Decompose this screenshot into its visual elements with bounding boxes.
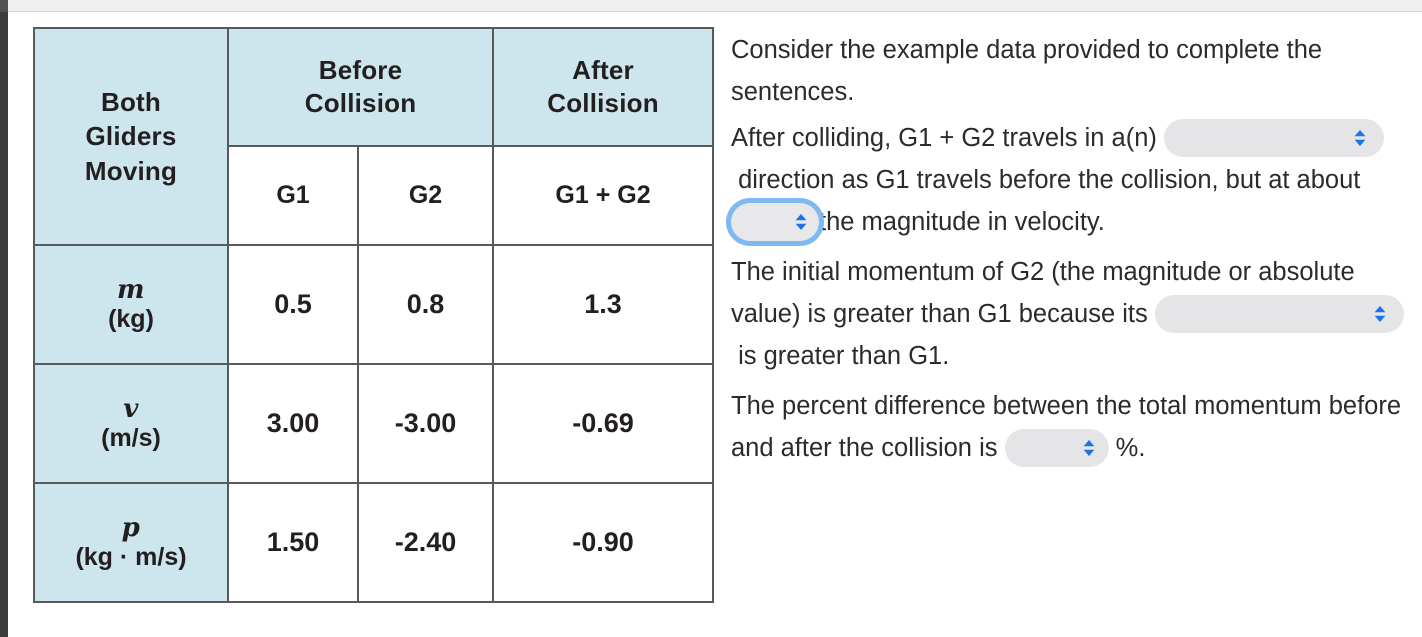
sentence-one-part-3: the magnitude in velocity. — [819, 208, 1105, 236]
corner-line-2: Gliders — [85, 121, 177, 152]
percent-select[interactable] — [1004, 429, 1109, 468]
table-row-velocity: v (m/s) 3.00 -3.00 -0.69 — [33, 363, 715, 484]
cell-mass-sum: 1.3 — [492, 244, 715, 365]
cell-mass-g1: 0.5 — [227, 244, 359, 365]
chevron-updown-icon — [1352, 127, 1368, 149]
table-row-momentum: p (kg · m/s) 1.50 -2.40 -0.90 — [33, 482, 715, 603]
chevron-updown-icon — [793, 211, 809, 233]
header-before-collision: Before Collision — [226, 27, 495, 147]
table-header-row-groups: Both Gliders Moving Before Collision Aft… — [33, 27, 715, 246]
cell-momentum-g2: -2.40 — [356, 482, 495, 603]
left-rail — [0, 0, 8, 637]
question-panel: Consider the example data provided to co… — [731, 29, 1411, 473]
before-line-1: Before — [318, 54, 403, 85]
row-unit-momentum: (kg · m/s) — [75, 542, 187, 571]
left-rail-top — [0, 0, 8, 12]
cell-mass-g2: 0.8 — [356, 244, 495, 365]
row-symbol-momentum: p — [121, 512, 141, 543]
after-line-1: After — [572, 54, 634, 85]
row-unit-mass: (kg) — [108, 304, 154, 333]
sentence-three-part-2: %. — [1115, 434, 1146, 462]
chevron-updown-icon — [1372, 303, 1388, 325]
header-after-collision: After Collision — [492, 27, 715, 147]
direction-select[interactable] — [1164, 119, 1384, 158]
row-label-velocity: v (m/s) — [33, 363, 229, 484]
sentence-two-part-2: is greater than G1. — [738, 342, 950, 370]
before-line-2: Collision — [304, 88, 417, 118]
row-label-momentum: p (kg · m/s) — [33, 482, 229, 603]
cell-momentum-sum: -0.90 — [492, 482, 715, 603]
subheader-g1-plus-g2: G1 + G2 — [492, 145, 715, 246]
browser-top-bar — [0, 0, 1422, 12]
corner-line-3: Moving — [84, 155, 178, 186]
magnitude-select[interactable] — [731, 203, 819, 242]
table-row-mass: m (kg) 0.5 0.8 1.3 — [33, 244, 715, 365]
sentence-two: The initial momentum of G2 (the magnitud… — [731, 251, 1411, 377]
cell-velocity-sum: -0.69 — [492, 363, 715, 484]
table-corner-header: Both Gliders Moving — [33, 27, 229, 246]
row-symbol-velocity: v — [123, 393, 139, 424]
after-line-2: Collision — [547, 88, 659, 118]
subheader-g1: G1 — [227, 145, 359, 246]
cell-velocity-g1: 3.00 — [227, 363, 359, 484]
cell-momentum-g1: 1.50 — [227, 482, 359, 603]
sentence-one-part-1: After colliding, G1 + G2 travels in a(n) — [731, 124, 1157, 152]
instruction-text: Consider the example data provided to co… — [731, 36, 1323, 106]
quantity-select[interactable] — [1154, 295, 1404, 334]
row-label-mass: m (kg) — [33, 244, 229, 365]
row-unit-velocity: (m/s) — [101, 423, 161, 452]
sentence-three: The percent difference between the total… — [731, 385, 1411, 469]
sentence-one-part-2: direction as G1 travels before the colli… — [738, 166, 1361, 194]
corner-line-1: Both — [101, 87, 161, 118]
page-content: Both Gliders Moving Before Collision Aft… — [8, 13, 1422, 637]
cell-velocity-g2: -3.00 — [356, 363, 495, 484]
chevron-updown-icon — [1081, 437, 1097, 459]
screen-root: Both Gliders Moving Before Collision Aft… — [0, 0, 1422, 637]
subheader-g2: G2 — [356, 145, 495, 246]
sentence-one: After colliding, G1 + G2 travels in a(n)… — [731, 117, 1411, 243]
row-symbol-mass: m — [116, 274, 145, 305]
collision-data-table: Both Gliders Moving Before Collision Aft… — [33, 27, 715, 603]
